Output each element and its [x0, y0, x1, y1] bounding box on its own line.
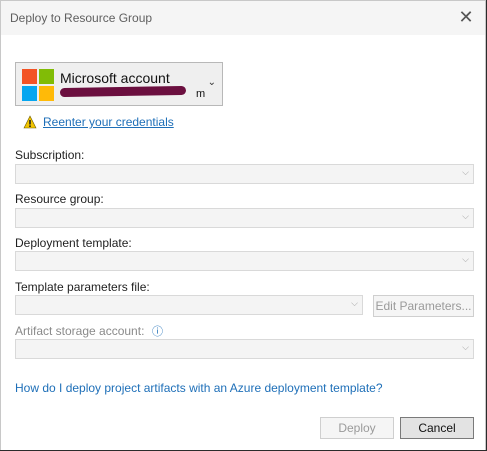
- chevron-down-icon: ⌄: [207, 77, 216, 88]
- subscription-label: Subscription:: [15, 148, 85, 162]
- edit-parameters-button[interactable]: Edit Parameters...: [373, 295, 474, 317]
- redacted-email-mark: [59, 85, 187, 98]
- deployment-template-label: Deployment template:: [15, 236, 132, 250]
- reenter-credentials-link[interactable]: Reenter your credentials: [43, 115, 174, 129]
- resource-group-label: Resource group:: [15, 192, 104, 206]
- microsoft-logo-icon: [22, 69, 54, 101]
- artifact-storage-label: Artifact storage account:: [15, 324, 145, 338]
- deployment-template-dropdown[interactable]: ⌵: [15, 251, 474, 271]
- chevron-down-icon: ⌵: [462, 342, 469, 352]
- deploy-dialog: Deploy to Resource Group ✕ Microsoft acc…: [0, 0, 486, 450]
- dialog-body: Microsoft account m ⌄ Reenter your crede…: [1, 35, 485, 450]
- title-bar: Deploy to Resource Group ✕: [1, 1, 485, 35]
- info-icon[interactable]: ⓘ: [152, 323, 163, 339]
- chevron-down-icon: ⌵: [462, 211, 469, 221]
- account-selector[interactable]: Microsoft account m ⌄: [15, 62, 223, 106]
- close-icon[interactable]: ✕: [455, 6, 477, 28]
- account-email: m: [196, 88, 206, 100]
- chevron-down-icon: ⌵: [351, 298, 358, 308]
- chevron-down-icon: ⌵: [462, 254, 469, 264]
- chevron-down-icon: ⌵: [462, 167, 469, 177]
- template-parameters-dropdown[interactable]: ⌵: [15, 295, 363, 315]
- dialog-title: Deploy to Resource Group: [10, 11, 153, 25]
- deploy-button[interactable]: Deploy: [320, 417, 394, 439]
- deploy-help-link[interactable]: How do I deploy project artifacts with a…: [15, 381, 383, 395]
- cancel-button[interactable]: Cancel: [400, 417, 474, 439]
- warning-icon: [23, 115, 37, 129]
- artifact-storage-dropdown[interactable]: ⌵: [15, 339, 474, 359]
- account-name: Microsoft account: [60, 70, 170, 86]
- subscription-dropdown[interactable]: ⌵: [15, 164, 474, 184]
- template-parameters-label: Template parameters file:: [15, 280, 150, 294]
- resource-group-dropdown[interactable]: ⌵: [15, 208, 474, 228]
